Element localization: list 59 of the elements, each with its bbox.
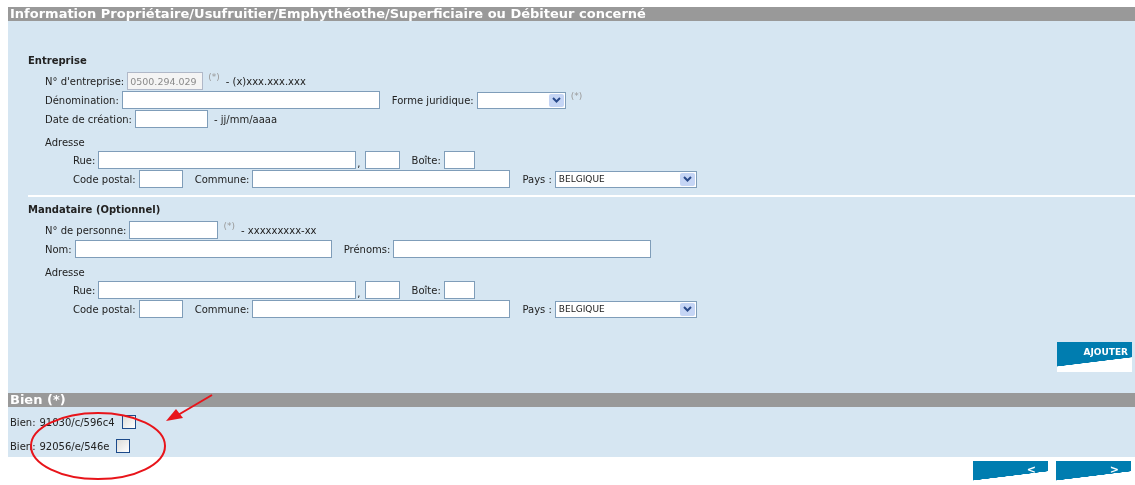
text-field[interactable] xyxy=(98,281,357,299)
field-label: N° d'entreprise: xyxy=(45,75,125,87)
chevron-down-icon xyxy=(679,302,695,316)
text-field[interactable] xyxy=(364,281,400,299)
required-mark: (*) xyxy=(208,72,220,82)
field-label: Code postal: xyxy=(73,173,136,185)
format-hint: - jj/mm/aaaa xyxy=(213,113,278,125)
chevron-down-icon xyxy=(548,93,564,107)
text-field[interactable] xyxy=(393,240,652,258)
text-field[interactable] xyxy=(121,91,380,109)
field-label: Pays : xyxy=(522,173,552,185)
text-field[interactable] xyxy=(443,281,475,299)
required-mark: (*) xyxy=(223,221,235,231)
text-field[interactable] xyxy=(138,170,183,188)
field-label: Nom: xyxy=(45,243,72,255)
checkbox[interactable] xyxy=(116,439,131,453)
field-label: Commune: xyxy=(194,303,250,315)
text-field[interactable] xyxy=(364,151,400,169)
section-header: Information Propriétaire/Usufruitier/Emphythéothe/Superficiaire ou Débiteur concerné xyxy=(8,7,1135,21)
text-field[interactable] xyxy=(252,170,511,188)
section-title: Mandataire (Optionnel) xyxy=(28,203,162,217)
separator: , xyxy=(357,288,361,299)
text-field[interactable] xyxy=(74,240,332,258)
section-title: Entreprise xyxy=(28,54,88,68)
text-field[interactable] xyxy=(443,151,475,169)
chevron-down-icon xyxy=(679,172,695,186)
field-label: Prénoms: xyxy=(343,243,391,255)
dropdown[interactable]: BELGIQUE xyxy=(554,300,697,318)
nav-button[interactable]: > xyxy=(1056,461,1131,483)
add-button[interactable]: AJOUTER xyxy=(1057,342,1132,372)
field-label: Boîte: xyxy=(411,154,441,166)
section-header: Bien (*) xyxy=(8,393,1135,407)
field-label: Forme juridique: xyxy=(391,94,474,106)
separator: , xyxy=(357,158,361,169)
text-field[interactable] xyxy=(129,221,219,239)
item-value: 92056/e/546e xyxy=(39,440,110,452)
text-field[interactable] xyxy=(134,110,208,128)
field-label: Date de création: xyxy=(45,113,132,125)
item-label: Bien: xyxy=(10,416,36,428)
field-label: Rue: xyxy=(73,154,96,166)
format-hint: - xxxxxxxxx-xx xyxy=(241,224,317,236)
text-field[interactable] xyxy=(138,300,183,318)
dropdown[interactable]: BELGIQUE xyxy=(554,170,697,188)
annotation-arrow xyxy=(166,394,213,421)
field-label: N° de personne: xyxy=(45,224,127,236)
field-label: Code postal: xyxy=(73,303,136,315)
text-field[interactable] xyxy=(98,151,357,169)
dropdown[interactable] xyxy=(476,91,566,109)
nav-button[interactable]: < xyxy=(973,461,1048,483)
field-label: Boîte: xyxy=(411,284,441,296)
subsection-title: Adresse xyxy=(45,136,86,150)
format-hint: - (x)xxx.xxx.xxx xyxy=(225,75,306,87)
subsection-title: Adresse xyxy=(45,266,86,280)
field-label: Commune: xyxy=(194,173,250,185)
field-label: Pays : xyxy=(522,303,552,315)
text-field[interactable] xyxy=(252,300,511,318)
field-label: Dénomination: xyxy=(45,94,119,106)
field-label: Rue: xyxy=(73,284,96,296)
required-mark: (*) xyxy=(570,91,583,101)
